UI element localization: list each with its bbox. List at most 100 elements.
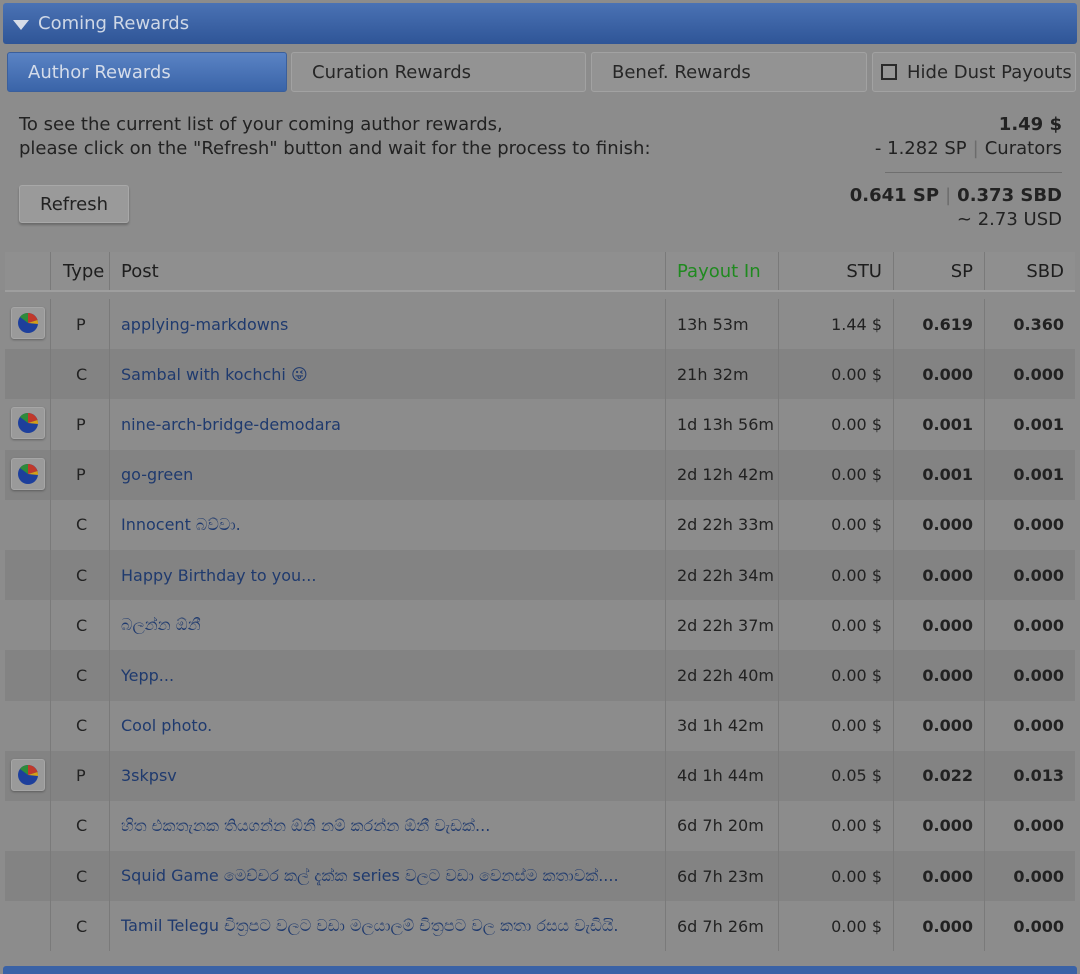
sbd-cell: 0.000 — [1013, 716, 1064, 736]
payout-in-cell: 6d 7h 26m — [677, 916, 764, 936]
payout-in-cell: 2d 22h 37m — [677, 615, 774, 635]
header-post[interactable]: Post — [121, 252, 159, 290]
header-stu[interactable]: STU — [846, 252, 882, 290]
usd-approx: ~ 2.73 USD — [956, 209, 1062, 230]
coming-rewards-header[interactable]: Coming Rewards — [3, 3, 1077, 44]
hide-dust-label: Hide Dust Payouts — [907, 61, 1072, 83]
stu-cell: 0.00 $ — [831, 414, 882, 434]
refresh-button[interactable]: Refresh — [19, 185, 129, 223]
post-link[interactable]: Sambal with kochchi 😜 — [121, 349, 308, 399]
sbd-cell: 0.000 — [1013, 565, 1064, 585]
sbd-cell: 0.000 — [1013, 816, 1064, 836]
post-link[interactable]: Innocent බව්වා. — [121, 500, 241, 550]
instructions-line-1: To see the current list of your coming a… — [19, 114, 503, 135]
reward-chart-button[interactable] — [11, 407, 45, 440]
tab-curation-rewards[interactable]: Curation Rewards — [291, 52, 586, 92]
type-cell: C — [76, 515, 88, 535]
sbd-cell: 0.001 — [1013, 414, 1064, 434]
post-link[interactable]: හිත එකතැනක තියගන්න ඕනි නම් කරන්න ඕනී වැඩ… — [121, 801, 490, 851]
sbd-total: 0.373 SBD — [957, 185, 1062, 206]
sp-cell: 0.000 — [922, 364, 973, 384]
table-row: Pnine-arch-bridge-demodara 1d 13h 56m 0.00… — [5, 399, 1075, 450]
table-row: Pgo-green 2d 12h 42m 0.00 $ 0.001 0.001 — [5, 449, 1075, 500]
post-link[interactable]: nine-arch-bridge-demodara — [121, 399, 341, 449]
table-row: C Sambal with kochchi 😜 21h 32m 0.00 $ 0.000… — [5, 349, 1075, 400]
sp-sbd-line: 0.641 SP | 0.373 SBD — [849, 185, 1062, 206]
total-usd: 1.49 $ — [998, 114, 1062, 135]
post-link[interactable]: 3skpsv — [121, 751, 177, 801]
type-cell: P — [76, 314, 86, 334]
table-row: P 3skpsv 4d 1h 44m 0.05 $ 0.022 0.013 — [5, 750, 1075, 801]
sbd-cell: 0.000 — [1013, 916, 1064, 936]
post-link[interactable]: go-green — [121, 450, 193, 500]
table-row: C Squid Game මෙච්චර කල් දැක්ක series වලට … — [5, 851, 1075, 902]
reward-chart-button[interactable] — [11, 307, 45, 339]
payout-in-cell: 2d 22h 33m — [677, 515, 774, 535]
stu-cell: 0.00 $ — [831, 465, 882, 485]
post-link[interactable]: බලන්න ඕනී — [121, 600, 201, 650]
sp-cell: 0.619 — [922, 314, 973, 334]
tab-curation-label: Curation Rewards — [312, 61, 472, 83]
type-cell: C — [76, 866, 88, 886]
collapse-triangle-icon[interactable] — [13, 19, 29, 30]
sbd-cell: 0.000 — [1013, 665, 1064, 685]
post-link[interactable]: Squid Game මෙච්චර කල් දැක්ක series වලට ව… — [121, 851, 619, 901]
next-panel-header[interactable] — [3, 966, 1077, 974]
pie-chart-icon — [18, 764, 39, 785]
stu-cell: 0.00 $ — [831, 665, 882, 685]
sp-cell: 0.000 — [922, 665, 973, 685]
hide-dust-toggle[interactable]: Hide Dust Payouts — [872, 52, 1076, 92]
sp-cell: 0.000 — [922, 515, 973, 535]
payout-in-cell: 1d 13h 56m — [677, 414, 774, 434]
table-row: C බලන්න ඕනී 2d 22h 37m 0.00 $ 0.000 0.000 — [5, 600, 1075, 651]
sbd-cell: 0.000 — [1013, 615, 1064, 635]
sbd-cell: 0.000 — [1013, 515, 1064, 535]
header-payout-in[interactable]: Payout In — [677, 252, 761, 290]
sp-cell: 0.000 — [922, 615, 973, 635]
reward-chart-button[interactable] — [11, 457, 45, 490]
post-link[interactable]: applying-markdowns — [121, 299, 288, 349]
reward-chart-button[interactable] — [11, 758, 45, 791]
post-link[interactable]: Happy Birthday to you... — [121, 550, 316, 600]
header-type[interactable]: Type — [63, 252, 104, 290]
sbd-cell: 0.001 — [1013, 465, 1064, 485]
sp-cell: 0.000 — [922, 716, 973, 736]
tab-benef-rewards[interactable]: Benef. Rewards — [591, 52, 867, 92]
payout-in-cell: 2d 12h 42m — [677, 465, 774, 485]
tab-author-rewards[interactable]: Author Rewards — [7, 52, 287, 92]
stu-cell: 0.05 $ — [831, 766, 882, 786]
header-sbd[interactable]: SBD — [1026, 252, 1064, 290]
instructions-line-2: please click on the "Refresh" button and… — [19, 138, 651, 159]
stu-cell: 0.00 $ — [831, 364, 882, 384]
sbd-cell: 0.000 — [1013, 364, 1064, 384]
hide-dust-checkbox[interactable] — [881, 64, 897, 80]
type-cell: C — [76, 565, 88, 585]
payout-in-cell: 3d 1h 42m — [677, 716, 764, 736]
table-row: C Cool photo. 3d 1h 42m 0.00 $ 0.000 0.000 — [5, 700, 1075, 751]
sp-cell: 0.000 — [922, 565, 973, 585]
table-row: C Happy Birthday to you... 2d 22h 34m 0.00 … — [5, 549, 1075, 601]
payout-in-cell: 13h 53m — [677, 314, 749, 334]
header-sp[interactable]: SP — [951, 252, 973, 290]
sp-cell: 0.000 — [922, 866, 973, 886]
panel-title: Coming Rewards — [38, 13, 190, 34]
sp-cell: 0.001 — [922, 465, 973, 485]
table-row: C Innocent බව්වා. 2d 22h 33m 0.00 $ 0.000 0.0… — [5, 499, 1075, 550]
stu-cell: 0.00 $ — [831, 816, 882, 836]
post-link[interactable]: Tamil Telegu චිත්‍රපට වලට වඩා මලයාලම් චි… — [121, 901, 619, 951]
post-link[interactable]: Yepp... — [121, 650, 174, 700]
table-header: Type Post Payout In STU SP SBD — [5, 252, 1075, 292]
sp-cell: 0.001 — [922, 414, 973, 434]
sp-cell: 0.000 — [922, 816, 973, 836]
payout-in-cell: 6d 7h 23m — [677, 866, 764, 886]
pie-chart-icon — [18, 463, 39, 484]
payout-in-cell: 4d 1h 44m — [677, 766, 764, 786]
sp-total: 0.641 SP — [849, 185, 940, 206]
type-cell: P — [76, 766, 86, 786]
stu-cell: 0.00 $ — [831, 615, 882, 635]
sbd-cell: 0.360 — [1013, 314, 1064, 334]
pie-chart-icon — [18, 413, 39, 434]
payout-in-cell: 2d 22h 40m — [677, 665, 774, 685]
tab-benef-label: Benef. Rewards — [612, 61, 751, 83]
post-link[interactable]: Cool photo. — [121, 701, 212, 751]
